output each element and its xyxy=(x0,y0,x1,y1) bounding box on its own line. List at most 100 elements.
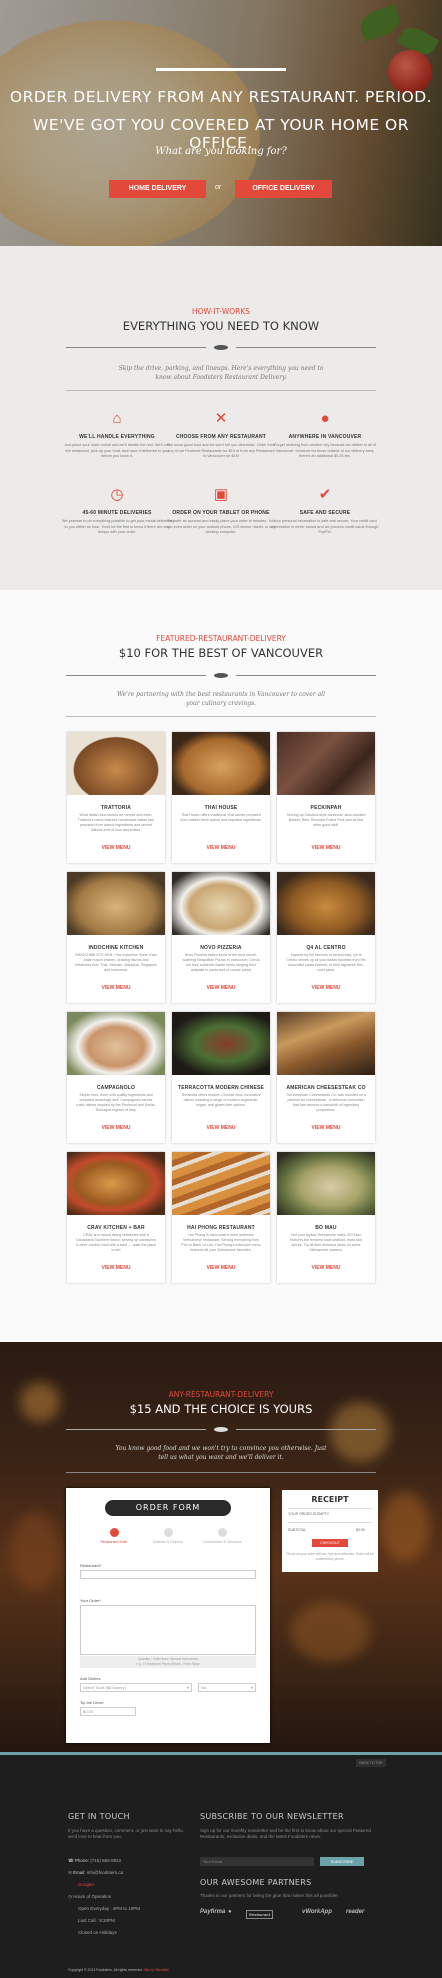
or-text: or xyxy=(215,184,222,191)
view-menu-link[interactable]: VIEW MENU xyxy=(277,845,375,851)
partner-payfirma-logo[interactable]: Payfirma xyxy=(200,1909,225,1915)
view-menu-link[interactable]: VIEW MENU xyxy=(277,985,375,991)
how-kicker: HOW-IT-WORKS xyxy=(191,307,251,316)
receipt-title: RECEIPT xyxy=(311,1495,349,1504)
step-label: Confirmation & Checkout xyxy=(202,1540,242,1544)
view-menu-link[interactable]: VIEW MENU xyxy=(277,1265,375,1271)
contact-text: If you have a question, comment, or just… xyxy=(68,1828,184,1839)
clock-icon: ◷ xyxy=(68,1894,72,1899)
feature-title: ANYWHERE IN VANCOUVER xyxy=(288,434,362,440)
hours-closed: Closed on Holidays xyxy=(78,1930,117,1935)
featured-title: $10 FOR THE BEST OF VANCOUVER xyxy=(118,646,324,660)
feature-text: We promise to do everything possible to … xyxy=(62,519,172,534)
restaurant-photo xyxy=(67,872,165,935)
feature-delivery-time: ◷ 45-60 MINUTE DELIVERIES We promise to … xyxy=(62,486,172,536)
restaurant-label: Restaurant* xyxy=(80,1563,102,1568)
feature-title: ORDER ON YOUR TABLET OR PHONE xyxy=(172,510,270,516)
restaurant-card[interactable]: INDOCHINE KITCHEN INDOCHINE KITCHEN = th… xyxy=(67,872,165,1003)
restaurant-photo xyxy=(172,1012,270,1075)
partner-reader-logo[interactable]: reader xyxy=(346,1909,364,1915)
hero-headline-1: ORDER DELIVERY FROM ANY RESTAURANT. PERI… xyxy=(9,88,433,106)
partners-text: Thanks to our partners for being the glu… xyxy=(200,1893,338,1898)
featured-intro: We're partnering with the best restauran… xyxy=(116,691,326,707)
copyright: Copyright © 2013 Foodsters. All rights r… xyxy=(68,1968,169,1972)
credit-link[interactable]: Site by Silentkid xyxy=(144,1968,169,1972)
order-form-title: ORDER FORM xyxy=(105,1500,231,1516)
partner-vworkapp-logo[interactable]: vWorkApp xyxy=(302,1909,332,1915)
step-label: Address & Delivery xyxy=(153,1540,183,1544)
restaurant-card[interactable]: BO MAU Not your typical Vietnamese sushi… xyxy=(277,1152,375,1283)
restaurant-description: Terracotta offers modern Chinese food, i… xyxy=(181,1093,261,1107)
restaurant-name: NOVO PIZZERIA xyxy=(200,945,242,951)
receipt-empty: YOUR ORDER IS EMPTY xyxy=(288,1512,330,1516)
quantity-select[interactable]: No. ▾ xyxy=(198,1683,256,1692)
hero-divider xyxy=(156,68,286,71)
order-textarea[interactable] xyxy=(80,1605,256,1655)
contact-email[interactable]: ✉ Email: info@foodsters.ca xyxy=(68,1870,123,1876)
restaurant-card[interactable]: CRAV KITCHEN + BAR CRAV is a casual dini… xyxy=(67,1152,165,1283)
restaurant-card[interactable]: TERRACOTTA MODERN CHINESE Terracotta off… xyxy=(172,1012,270,1143)
subtotal-label: SUBTOTAL xyxy=(288,1528,307,1532)
office-delivery-button[interactable]: OFFICE DELIVERY xyxy=(235,180,332,198)
feature-anywhere: ● ANYWHERE IN VANCOUVER Forget ordering … xyxy=(270,410,380,460)
view-menu-link[interactable]: VIEW MENU xyxy=(67,845,165,851)
restaurant-photo xyxy=(277,732,375,795)
newsletter-email-input[interactable]: Your Email xyxy=(200,1857,314,1866)
restaurant-card[interactable]: THAI HOUSE Thai House offers traditional… xyxy=(172,732,270,863)
view-menu-link[interactable]: VIEW MENU xyxy=(172,1125,270,1131)
view-menu-link[interactable]: VIEW MENU xyxy=(67,1265,165,1271)
form-steps: Restaurant Order Address & Delivery Conf… xyxy=(86,1528,250,1546)
google-plus-link[interactable]: Google+ xyxy=(78,1882,95,1887)
restaurant-name: CRAV KITCHEN + BAR xyxy=(87,1225,145,1231)
subscribe-button[interactable]: SUBSCRIBE xyxy=(320,1857,364,1866)
receipt-panel: RECEIPT YOUR ORDER IS EMPTY SUBTOTAL $0.… xyxy=(282,1490,378,1572)
view-menu-link[interactable]: VIEW MENU xyxy=(67,1125,165,1131)
restaurant-card[interactable]: Q4 AL CENTRO Inspired by the flavours of… xyxy=(277,872,375,1003)
restaurant-card[interactable]: CAMPAGNOLO Simple food, done with qualit… xyxy=(67,1012,165,1143)
restaurant-name: AMERICAN CHEESESTEAK CO xyxy=(286,1085,366,1091)
restaurant-name: CAMPAGNOLO xyxy=(96,1085,136,1091)
home-delivery-button[interactable]: HOME DELIVERY xyxy=(109,180,206,198)
devices-icon: ▣ xyxy=(213,486,229,503)
restaurant-description: Novo Pizzeria bakes some of the best mou… xyxy=(182,953,260,972)
feature-text: Just place your order online and we'll h… xyxy=(64,443,170,458)
dishes-select[interactable]: Select Tools ($8 Money) ▾ xyxy=(80,1683,192,1692)
tip-input[interactable]: $0.00 xyxy=(80,1707,136,1716)
receipt-note: Prices on your order with tax, tips and … xyxy=(286,1552,374,1561)
view-menu-link[interactable]: VIEW MENU xyxy=(172,845,270,851)
house-icon: ⌂ xyxy=(112,410,122,427)
restaurant-card[interactable]: NOVO PIZZERIA Novo Pizzeria bakes some o… xyxy=(172,872,270,1003)
restaurant-card[interactable]: HAI PHONG RESTAURANT Hai Phong is Vancou… xyxy=(172,1152,270,1283)
partner-circle-logo[interactable]: ● xyxy=(228,1909,232,1915)
view-menu-link[interactable]: VIEW MENU xyxy=(172,1265,270,1271)
view-menu-link[interactable]: VIEW MENU xyxy=(277,1125,375,1131)
divider xyxy=(66,390,376,391)
order-form: ORDER FORM Restaurant Order Address & De… xyxy=(66,1488,270,1743)
feature-title: CHOOSE FROM ANY RESTAURANT xyxy=(175,434,267,440)
feature-text: Forget ordering from another city becaus… xyxy=(273,443,377,458)
divider xyxy=(66,347,206,348)
contact-title: GET IN TOUCH xyxy=(68,1812,130,1821)
newsletter-title: SUBSCRIBE TO OUR NEWSLETTER xyxy=(200,1812,344,1821)
restaurant-card[interactable]: PECKINPAH Serving up Carolina-style barb… xyxy=(277,732,375,863)
view-menu-link[interactable]: VIEW MENU xyxy=(172,985,270,991)
restaurant-name: HAI PHONG RESTAURANT xyxy=(187,1225,255,1231)
newsletter-text: Sign up for our monthly newsletter and b… xyxy=(200,1828,371,1839)
restaurant-description: INDOCHINE KITCHEN = the Indochine South … xyxy=(75,953,157,972)
step-label: Restaurant Order xyxy=(100,1540,128,1544)
partner-restaurant-logo[interactable]: Restaurant xyxy=(246,1910,273,1919)
hours-last-call: Last Call : 9:30PM xyxy=(78,1918,115,1923)
restaurant-card[interactable]: AMERICAN CHEESESTEAK CO The American Che… xyxy=(277,1012,375,1143)
restaurant-input[interactable] xyxy=(80,1570,256,1579)
hours-title: ◷ Hours of Operation xyxy=(68,1894,112,1899)
restaurant-card[interactable]: TRATTORIA What Italian food should be: s… xyxy=(67,732,165,863)
contact-phone: ☎ Phone: (716) 883-8922 xyxy=(68,1858,122,1863)
divider xyxy=(66,1472,376,1473)
view-menu-link[interactable]: VIEW MENU xyxy=(67,985,165,991)
feature-text: Register an account and easily place you… xyxy=(166,519,276,534)
back-to-top-button[interactable]: BACK TO TOP xyxy=(356,1759,386,1767)
checkout-button[interactable]: CHECKOUT xyxy=(312,1539,348,1547)
order-hint: Quantity / Order Item / Special Instruct… xyxy=(80,1656,256,1668)
restaurant-photo xyxy=(172,1152,270,1215)
restaurant-name: TERRACOTTA MODERN CHINESE xyxy=(177,1085,265,1091)
